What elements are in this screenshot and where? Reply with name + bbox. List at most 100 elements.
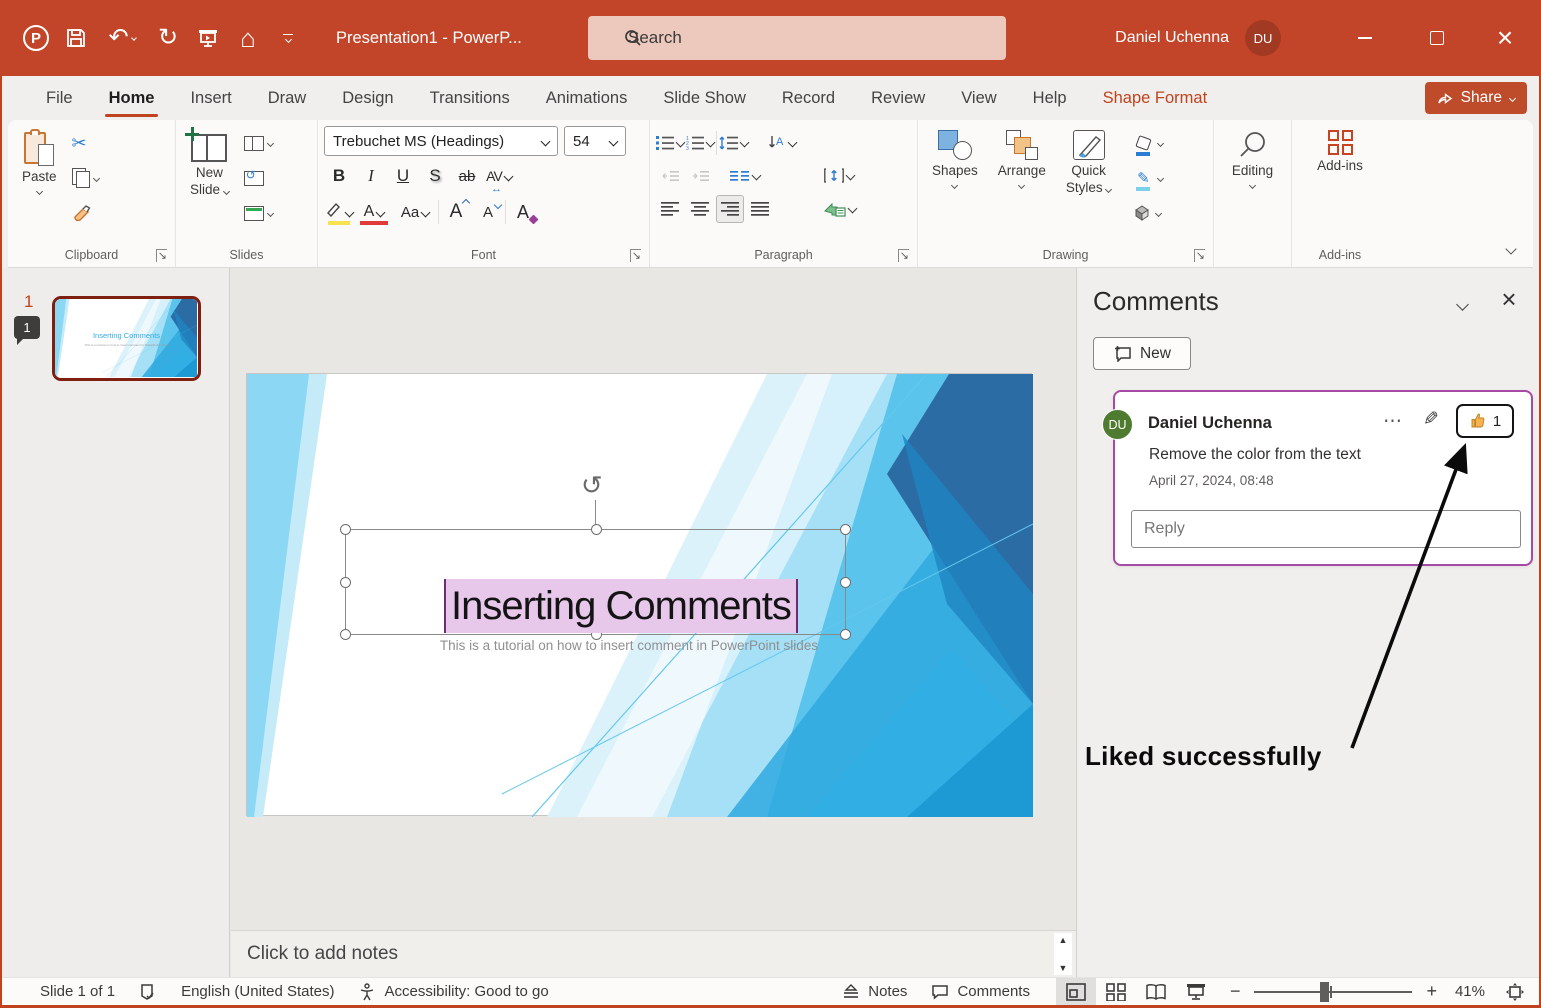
- italic-button[interactable]: I: [356, 161, 386, 191]
- zoom-slider-thumb[interactable]: [1320, 981, 1330, 1002]
- notes-scrollbar[interactable]: ▲ ▼: [1054, 933, 1072, 975]
- cut-button[interactable]: ✂: [69, 130, 102, 156]
- tab-slide-show[interactable]: Slide Show: [645, 76, 764, 120]
- slide-sorter-view-button[interactable]: [1096, 978, 1136, 1006]
- slide-1-thumbnail[interactable]: Inserting Comments This is a tutorial on…: [52, 296, 201, 381]
- notes-pane[interactable]: Click to add notes ▲ ▼: [231, 930, 1076, 977]
- increase-font-size-button[interactable]: A: [441, 197, 471, 227]
- tab-animations[interactable]: Animations: [528, 76, 646, 120]
- normal-view-button[interactable]: [1055, 977, 1096, 1006]
- handle-top-center[interactable]: [591, 524, 602, 535]
- align-right-button[interactable]: [716, 194, 744, 223]
- reply-input[interactable]: [1131, 510, 1521, 548]
- convert-to-smartart-button[interactable]: [824, 195, 858, 223]
- tab-help[interactable]: Help: [1015, 76, 1085, 120]
- align-center-button[interactable]: [686, 195, 714, 223]
- tab-home[interactable]: Home: [91, 76, 173, 120]
- highlight-color-button[interactable]: [324, 197, 355, 227]
- spellcheck-button[interactable]: [127, 978, 169, 1006]
- add-ins-button[interactable]: Add-ins: [1309, 126, 1371, 179]
- save-icon[interactable]: [56, 18, 96, 58]
- quick-styles-button[interactable]: Quick Styles: [1058, 126, 1120, 201]
- comments-toggle-button[interactable]: Comments: [919, 978, 1042, 1006]
- copy-button[interactable]: [69, 165, 102, 191]
- section-button[interactable]: [241, 200, 276, 226]
- arrange-button[interactable]: Arrange: [990, 126, 1054, 192]
- tab-shape-format[interactable]: Shape Format: [1085, 76, 1226, 120]
- drawing-dialog-launcher[interactable]: ↘: [1193, 249, 1205, 262]
- tab-draw[interactable]: Draw: [250, 76, 325, 120]
- home-button[interactable]: ⌂: [228, 18, 268, 58]
- zoom-slider[interactable]: [1254, 981, 1413, 1002]
- handle-top-right[interactable]: [840, 524, 851, 535]
- change-case-button[interactable]: Aa: [394, 197, 436, 227]
- powerpoint-logo-icon[interactable]: P: [16, 18, 56, 58]
- tab-transitions[interactable]: Transitions: [412, 76, 528, 120]
- increase-indent-button[interactable]: [686, 162, 714, 190]
- handle-mid-left[interactable]: [340, 577, 351, 588]
- close-window-button[interactable]: ×: [1473, 0, 1537, 76]
- tab-record[interactable]: Record: [764, 76, 853, 120]
- comments-collapse-button[interactable]: [1456, 296, 1469, 314]
- handle-bottom-left[interactable]: [340, 629, 351, 640]
- collapse-ribbon-chevron-icon[interactable]: [1505, 243, 1517, 255]
- shape-effects-button[interactable]: [1129, 200, 1166, 226]
- minimize-button[interactable]: [1333, 0, 1397, 76]
- fit-slide-to-window-button[interactable]: [1495, 978, 1535, 1006]
- comments-close-button[interactable]: ×: [1493, 284, 1525, 315]
- tab-design[interactable]: Design: [324, 76, 411, 120]
- reading-view-button[interactable]: [1136, 978, 1176, 1006]
- reset-slide-button[interactable]: [241, 165, 276, 191]
- columns-button[interactable]: [730, 162, 762, 190]
- bold-button[interactable]: B: [324, 161, 354, 191]
- font-dialog-launcher[interactable]: ↘: [629, 249, 641, 262]
- bullets-button[interactable]: [656, 129, 686, 157]
- comment-like-button[interactable]: 1: [1456, 404, 1514, 438]
- rotate-handle-icon[interactable]: ↻: [581, 470, 603, 501]
- justify-button[interactable]: [746, 195, 774, 223]
- comment-card[interactable]: DU Daniel Uchenna ⋯ ✎ 1 Remove the color…: [1102, 390, 1533, 566]
- zoom-level[interactable]: 41%: [1441, 983, 1485, 1000]
- paste-button[interactable]: Paste: [14, 126, 65, 198]
- search-box[interactable]: [588, 16, 1006, 60]
- customize-quick-access-toolbar-button[interactable]: [268, 18, 308, 58]
- tab-review[interactable]: Review: [853, 76, 943, 120]
- user-avatar[interactable]: DU: [1245, 20, 1281, 56]
- slide-layout-button[interactable]: [241, 130, 276, 156]
- notes-placeholder[interactable]: Click to add notes: [247, 943, 398, 965]
- strikethrough-button[interactable]: ab: [452, 161, 482, 191]
- slide-title-highlight[interactable]: Inserting Comments: [444, 579, 798, 633]
- underline-button[interactable]: U: [388, 161, 418, 191]
- search-input[interactable]: [628, 28, 928, 48]
- decrease-font-size-button[interactable]: A: [473, 197, 503, 227]
- undo-button[interactable]: ↶: [96, 18, 148, 58]
- clear-formatting-button[interactable]: A: [508, 197, 538, 227]
- shape-outline-button[interactable]: ✎: [1129, 165, 1166, 191]
- zoom-in-button[interactable]: +: [1422, 981, 1441, 1002]
- align-left-button[interactable]: [656, 195, 684, 223]
- slide-subtitle[interactable]: This is a tutorial on how to insert comm…: [417, 638, 841, 653]
- comment-edit-button[interactable]: ✎: [1423, 408, 1439, 431]
- maximize-button[interactable]: [1405, 0, 1469, 76]
- slide-indicator[interactable]: Slide 1 of 1: [28, 978, 127, 1006]
- slide-canvas[interactable]: ↻ Inserting Comments This is a tutorial …: [246, 373, 1033, 817]
- text-shadow-button[interactable]: S: [420, 161, 450, 191]
- line-spacing-button[interactable]: [719, 129, 750, 157]
- numbering-button[interactable]: 123: [686, 129, 716, 157]
- slide-show-view-button[interactable]: [1176, 978, 1216, 1006]
- comment-more-options-button[interactable]: ⋯: [1383, 410, 1404, 433]
- language-button[interactable]: English (United States): [169, 978, 346, 1006]
- notes-toggle-button[interactable]: Notes: [830, 978, 919, 1006]
- new-slide-button[interactable]: New Slide: [182, 126, 237, 203]
- handle-top-left[interactable]: [340, 524, 351, 535]
- handle-bottom-right[interactable]: [840, 629, 851, 640]
- scroll-up-icon[interactable]: ▲: [1059, 935, 1068, 945]
- shape-fill-button[interactable]: [1129, 130, 1166, 156]
- text-direction-button[interactable]: A: [768, 129, 798, 157]
- redo-button[interactable]: ↻: [148, 18, 188, 58]
- start-slideshow-button[interactable]: [188, 18, 228, 58]
- editing-button[interactable]: Editing: [1224, 126, 1281, 192]
- tab-file[interactable]: File: [28, 76, 91, 120]
- clipboard-dialog-launcher[interactable]: ↘: [155, 249, 167, 262]
- account-area[interactable]: Daniel Uchenna DU: [1115, 0, 1281, 76]
